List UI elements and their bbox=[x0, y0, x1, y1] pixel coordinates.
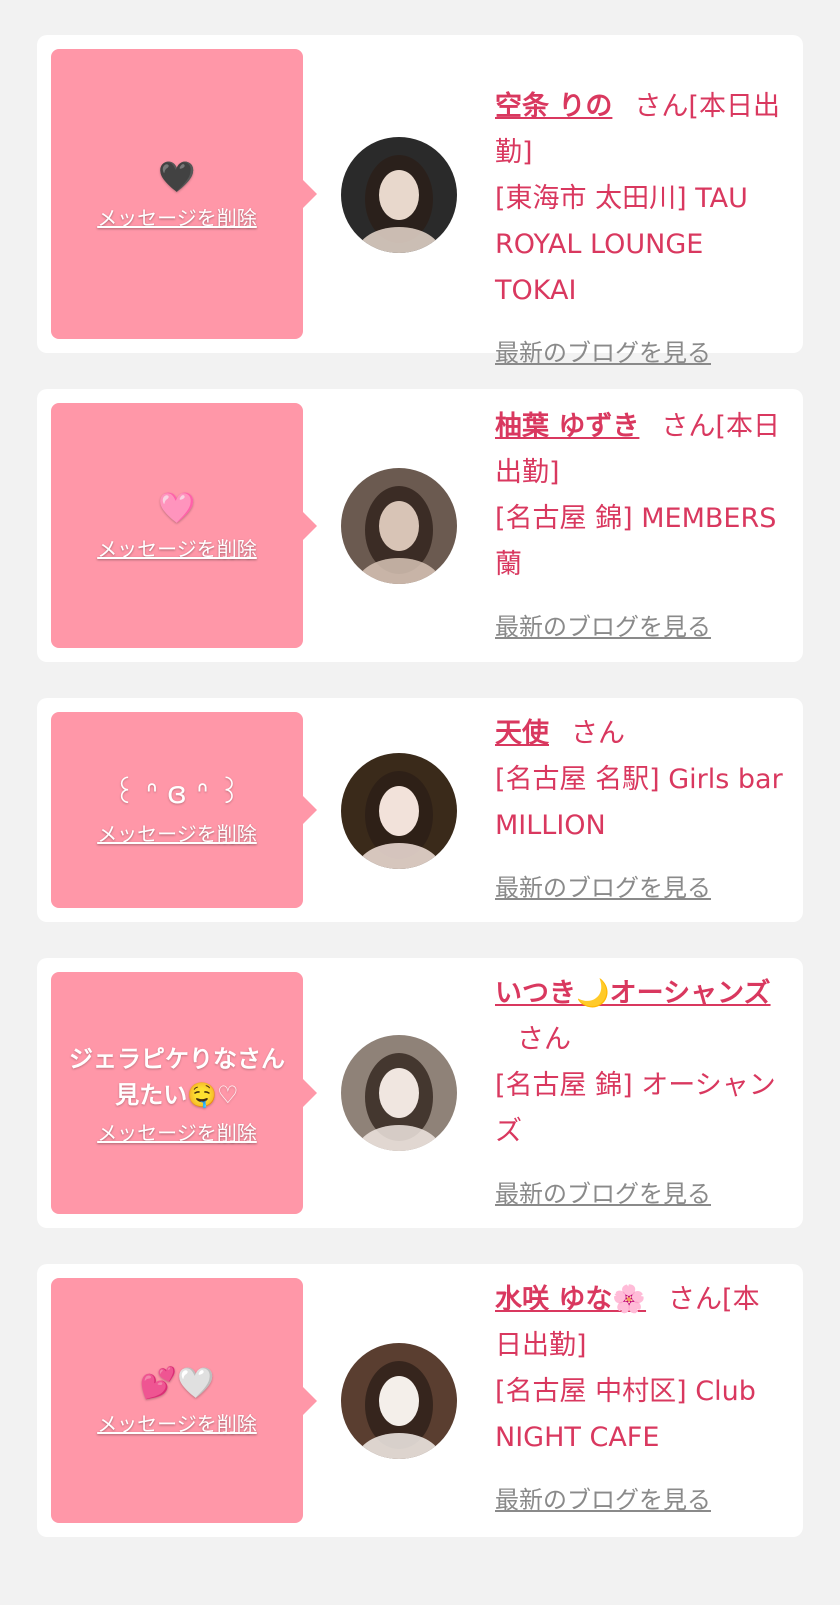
latest-blog-link[interactable]: 最新のブログを見る bbox=[495, 865, 711, 911]
cast-name-link[interactable]: 水咲 ゆな🌸 bbox=[495, 1284, 646, 1315]
shop-name: [名古屋 錦] MEMBERS 蘭 bbox=[495, 503, 777, 580]
cast-name-link[interactable]: 空条 りの bbox=[495, 91, 612, 122]
cast-info: 天使 さん [名古屋 名駅] Girls bar MILLION 最新のブログを見る bbox=[495, 711, 785, 911]
bubble-pointer bbox=[303, 1079, 317, 1107]
honorific-label: さん bbox=[571, 718, 625, 749]
latest-blog-link[interactable]: 最新のブログを見る bbox=[495, 330, 711, 376]
message-card: ジェラピケりなさん見たい🤤♡ メッセージを削除 いつき🌙オーシャンズさん [名古屋 錦… bbox=[37, 958, 803, 1228]
cast-info: 水咲 ゆな🌸 さん[本日出勤] [名古屋 中村区] Club NIGHT CAFE 最… bbox=[495, 1277, 785, 1523]
message-bubble: 🩷 メッセージを削除 bbox=[51, 403, 317, 648]
avatar[interactable] bbox=[341, 1035, 457, 1151]
honorific-label: さん bbox=[517, 1024, 571, 1055]
delete-message-link[interactable]: メッセージを削除 bbox=[97, 533, 257, 562]
message-text: 💕🤍 bbox=[139, 1366, 215, 1401]
message-card: 💕🤍 メッセージを削除 水咲 ゆな🌸 さん[本日出勤] [名古屋 中村区] Club N… bbox=[37, 1264, 803, 1537]
delete-message-link[interactable]: メッセージを削除 bbox=[97, 1408, 257, 1437]
message-bubble: 💕🤍 メッセージを削除 bbox=[51, 1278, 317, 1523]
avatar[interactable] bbox=[341, 468, 457, 584]
cast-name-link[interactable]: 柚葉 ゆずき bbox=[495, 411, 639, 442]
message-card: ꒰ ᐢ ɞ ᐢ ꒱ メッセージを削除 天使 さん [名古屋 名駅] Girls bar … bbox=[37, 698, 803, 922]
avatar[interactable] bbox=[341, 1343, 457, 1459]
message-text: ꒰ ᐢ ɞ ᐢ ꒱ bbox=[112, 775, 242, 811]
message-bubble: ꒰ ᐢ ɞ ᐢ ꒱ メッセージを削除 bbox=[51, 712, 317, 908]
bubble-pointer bbox=[303, 1386, 317, 1415]
bubble-pointer bbox=[303, 511, 317, 540]
shop-name: [東海市 太田川] TAU ROYAL LOUNGE TOKAI bbox=[495, 183, 748, 306]
avatar[interactable] bbox=[341, 753, 457, 869]
message-bubble: ジェラピケりなさん見たい🤤♡ メッセージを削除 bbox=[51, 972, 317, 1214]
bubble-pointer bbox=[303, 796, 317, 824]
cast-info: いつき🌙オーシャンズさん [名古屋 錦] オーシャンズ最新のブログを見る bbox=[495, 971, 785, 1217]
message-text: 🖤 bbox=[158, 159, 196, 195]
latest-blog-link[interactable]: 最新のブログを見る bbox=[495, 1171, 711, 1217]
message-text: 🩷 bbox=[158, 491, 196, 526]
message-card: 🖤 メッセージを削除 空条 りの さん[本日出勤] [東海市 太田川] TAU ROYA… bbox=[37, 35, 803, 367]
shop-name: [名古屋 名駅] Girls bar MILLION bbox=[495, 764, 783, 841]
latest-blog-link[interactable]: 最新のブログを見る bbox=[495, 604, 711, 650]
message-text: ジェラピケりなさん見たい🤤♡ bbox=[69, 1044, 285, 1109]
honorific-label: さん bbox=[668, 1284, 723, 1315]
shop-name: [名古屋 錦] オーシャンズ bbox=[495, 1070, 776, 1147]
cast-name-link[interactable]: 天使 bbox=[495, 718, 549, 749]
honorific-label: さん bbox=[661, 411, 716, 442]
message-list: 🖤 メッセージを削除 空条 りの さん[本日出勤] [東海市 太田川] TAU ROYA… bbox=[0, 0, 840, 1605]
bubble-pointer bbox=[303, 180, 317, 208]
cast-info: 柚葉 ゆずき さん[本日出勤] [名古屋 錦] MEMBERS 蘭最新のブログを見る bbox=[495, 404, 785, 650]
delete-message-link[interactable]: メッセージを削除 bbox=[97, 1117, 257, 1146]
shop-name: [名古屋 中村区] Club NIGHT CAFE bbox=[495, 1376, 756, 1453]
message-card: 🩷 メッセージを削除 柚葉 ゆずき さん[本日出勤] [名古屋 錦] MEMBERS 蘭… bbox=[37, 389, 803, 662]
avatar[interactable] bbox=[341, 137, 457, 253]
cast-info: 空条 りの さん[本日出勤] [東海市 太田川] TAU ROYAL LOUNGE … bbox=[495, 84, 785, 376]
cast-name-link[interactable]: いつき🌙オーシャンズ bbox=[495, 978, 771, 1009]
latest-blog-link[interactable]: 最新のブログを見る bbox=[495, 1477, 711, 1523]
delete-message-link[interactable]: メッセージを削除 bbox=[97, 202, 257, 231]
message-bubble: 🖤 メッセージを削除 bbox=[51, 49, 317, 339]
honorific-label: さん bbox=[634, 91, 689, 122]
delete-message-link[interactable]: メッセージを削除 bbox=[97, 818, 257, 847]
